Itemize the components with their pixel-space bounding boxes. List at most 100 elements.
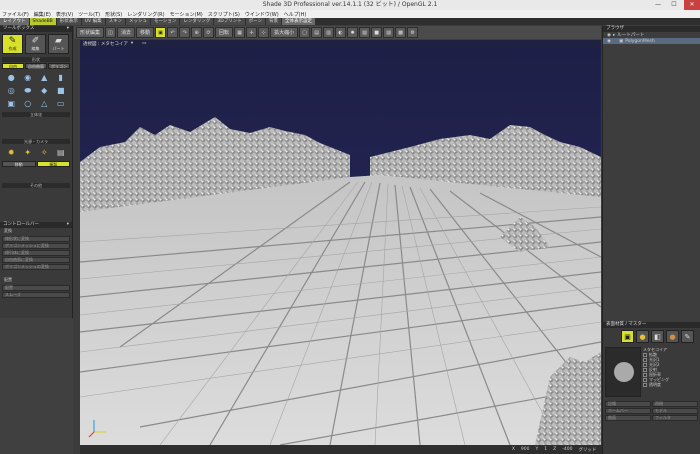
tab-shape-display[interactable]: 形状表示 <box>56 18 81 25</box>
tab-3dprint[interactable]: 3Dプリント <box>214 18 245 25</box>
diffuse-checkbox[interactable] <box>643 352 647 357</box>
store-button[interactable]: 記憶 <box>605 401 651 407</box>
frame-icon[interactable]: ▢ <box>299 27 311 38</box>
convert-line-button[interactable]: 線形状に変換 <box>2 236 70 242</box>
tab-skin[interactable]: スキン <box>105 18 125 25</box>
cone-icon[interactable]: ▲ <box>37 72 52 83</box>
smooth-button[interactable]: スムーズ <box>2 292 70 298</box>
shaded-icon[interactable]: ■ <box>371 27 383 38</box>
perspective-viewport[interactable] <box>80 47 601 445</box>
box-icon[interactable]: ▣ <box>4 98 19 109</box>
convert-polymesh-alt-button[interactable]: ポリゴンメッシュの変換 <box>2 264 70 270</box>
gloss1-checkbox[interactable] <box>643 357 647 362</box>
disc-icon[interactable]: ◉ <box>21 72 36 83</box>
surface-tab[interactable]: ▣ <box>621 330 634 343</box>
tab-shadebb[interactable]: ShadeBB <box>29 18 56 25</box>
grid-icon[interactable]: ▦ <box>234 27 246 38</box>
cube-icon[interactable]: ■ <box>54 85 69 96</box>
bone-tab[interactable]: ✎ <box>681 330 694 343</box>
move-button[interactable]: 移動 <box>136 27 155 38</box>
ellipse-icon[interactable]: ⬬ <box>21 85 36 96</box>
color-tab[interactable]: ● <box>636 330 649 343</box>
undo-icon[interactable]: ↶ <box>167 27 179 38</box>
tab-layout[interactable]: レイアウト <box>0 18 29 25</box>
snap-icon[interactable]: ✛ <box>246 27 258 38</box>
menu-edit[interactable]: 編集(E) <box>34 11 51 18</box>
part-mode-button[interactable]: ▰ パート <box>48 34 69 54</box>
menu-view[interactable]: 表示(V) <box>56 11 73 18</box>
duplicate-toggle[interactable]: 複製 <box>36 161 70 167</box>
zoom-icon[interactable]: ⊕ <box>191 27 203 38</box>
wedge-icon[interactable]: ◆ <box>37 85 52 96</box>
light-tab[interactable]: ● <box>666 330 679 343</box>
x-value[interactable]: 900 <box>521 447 530 452</box>
collapse-icon[interactable]: ▾ <box>67 26 69 32</box>
shape-edit-button[interactable]: 形状編集 <box>76 27 105 38</box>
mapping-checkbox[interactable] <box>643 377 647 382</box>
erase-button[interactable]: 消去 <box>117 27 136 38</box>
close-icon[interactable]: ✕ <box>684 0 700 10</box>
tab-mesh[interactable]: メッシュ <box>125 18 150 25</box>
minimize-icon[interactable]: — <box>650 0 666 10</box>
transparency-checkbox[interactable] <box>643 382 647 387</box>
model-button[interactable]: モデル <box>652 408 698 414</box>
torus-icon[interactable]: ◎ <box>4 85 19 96</box>
tab-bone[interactable]: ボーン <box>245 18 265 25</box>
rotate-icon[interactable]: ⟳ <box>203 27 215 38</box>
menu-tools[interactable]: ツール(T) <box>78 11 100 18</box>
sun-light-icon[interactable]: ✹ <box>4 147 19 158</box>
tab-render[interactable]: レンダリング <box>180 18 214 25</box>
wire-icon[interactable]: ▧ <box>359 27 371 38</box>
menu-shape[interactable]: 形状(S) <box>105 11 122 18</box>
home-bar-button[interactable]: ホームバー <box>605 408 651 414</box>
viewport-label[interactable]: 透視図 : メタセコイア <box>83 41 128 47</box>
camera-icon[interactable]: ◫ <box>105 27 117 38</box>
refraction-checkbox[interactable] <box>643 372 647 377</box>
menu-render[interactable]: レンダリング(R) <box>127 11 164 18</box>
redo-icon[interactable]: ↷ <box>179 27 191 38</box>
render-icon[interactable]: ◐ <box>335 27 347 38</box>
sphere-icon[interactable]: ● <box>4 72 19 83</box>
z-value[interactable]: -400 <box>562 447 572 452</box>
eye-icon[interactable]: ◉ <box>607 33 611 38</box>
menu-motion[interactable]: モーション(M) <box>170 11 203 18</box>
create-mode-button[interactable]: ✎ 作成 <box>2 34 23 54</box>
rotate-button[interactable]: 回転 <box>215 27 234 38</box>
tab-uv[interactable]: UV 編集 <box>81 18 105 25</box>
place-button[interactable]: 配置 <box>2 285 70 291</box>
axis-icon[interactable]: ⊹ <box>258 27 270 38</box>
surface-button[interactable]: 曲面 <box>605 415 651 421</box>
convert-polymesh-button[interactable]: ポリゴンメッシュに変換 <box>2 243 70 249</box>
layout-icon[interactable]: ▤ <box>311 27 323 38</box>
tab-display-settings[interactable]: 全体表示設定 <box>281 18 315 25</box>
menu-help[interactable]: ヘルプ(H) <box>284 11 307 18</box>
ring-icon[interactable]: ○ <box>21 98 36 109</box>
tab-background[interactable]: 背景 <box>265 18 281 25</box>
menu-script[interactable]: スクリプト(S) <box>208 11 240 18</box>
collapse-icon[interactable]: ▾ <box>67 222 69 228</box>
texture-icon[interactable]: ▨ <box>383 27 395 38</box>
restore-button[interactable]: 再現 <box>652 401 698 407</box>
settings-icon[interactable]: ⚙ <box>407 27 419 38</box>
maximize-icon[interactable]: ☐ <box>666 0 682 10</box>
background-icon[interactable]: ▩ <box>395 27 407 38</box>
camera-icon[interactable]: ▤ <box>54 147 69 158</box>
split-icon[interactable]: ▥ <box>323 27 335 38</box>
browser-item-mesh[interactable]: ◉ ▣ PolygonMesh <box>603 38 700 44</box>
free-surface-toggle[interactable]: 自由曲面 <box>25 63 47 69</box>
viewport-menu-icon[interactable]: ▾ <box>131 41 133 46</box>
plane-icon[interactable]: ▭ <box>54 98 69 109</box>
view-option-icon[interactable]: ▭ <box>142 41 146 46</box>
move-toggle[interactable]: 移動 <box>2 161 36 167</box>
filter-button[interactable]: フィルタ <box>652 415 698 421</box>
background-tab[interactable]: ◧ <box>651 330 664 343</box>
convert-sweep-button[interactable]: 掃引体に変換 <box>2 250 70 256</box>
point-light-icon[interactable]: ✦ <box>21 147 36 158</box>
convert-freesurface-button[interactable]: 自由曲面に変換 <box>2 257 70 263</box>
y-value[interactable]: 1 <box>544 447 547 452</box>
spot-light-icon[interactable]: ✧ <box>37 147 52 158</box>
edit-mode-button[interactable]: ✐ 編集 <box>25 34 46 54</box>
scale-button[interactable]: 拡大縮小 <box>270 27 299 38</box>
light-icon[interactable]: ✹ <box>347 27 359 38</box>
tab-motion[interactable]: モーション <box>150 18 180 25</box>
